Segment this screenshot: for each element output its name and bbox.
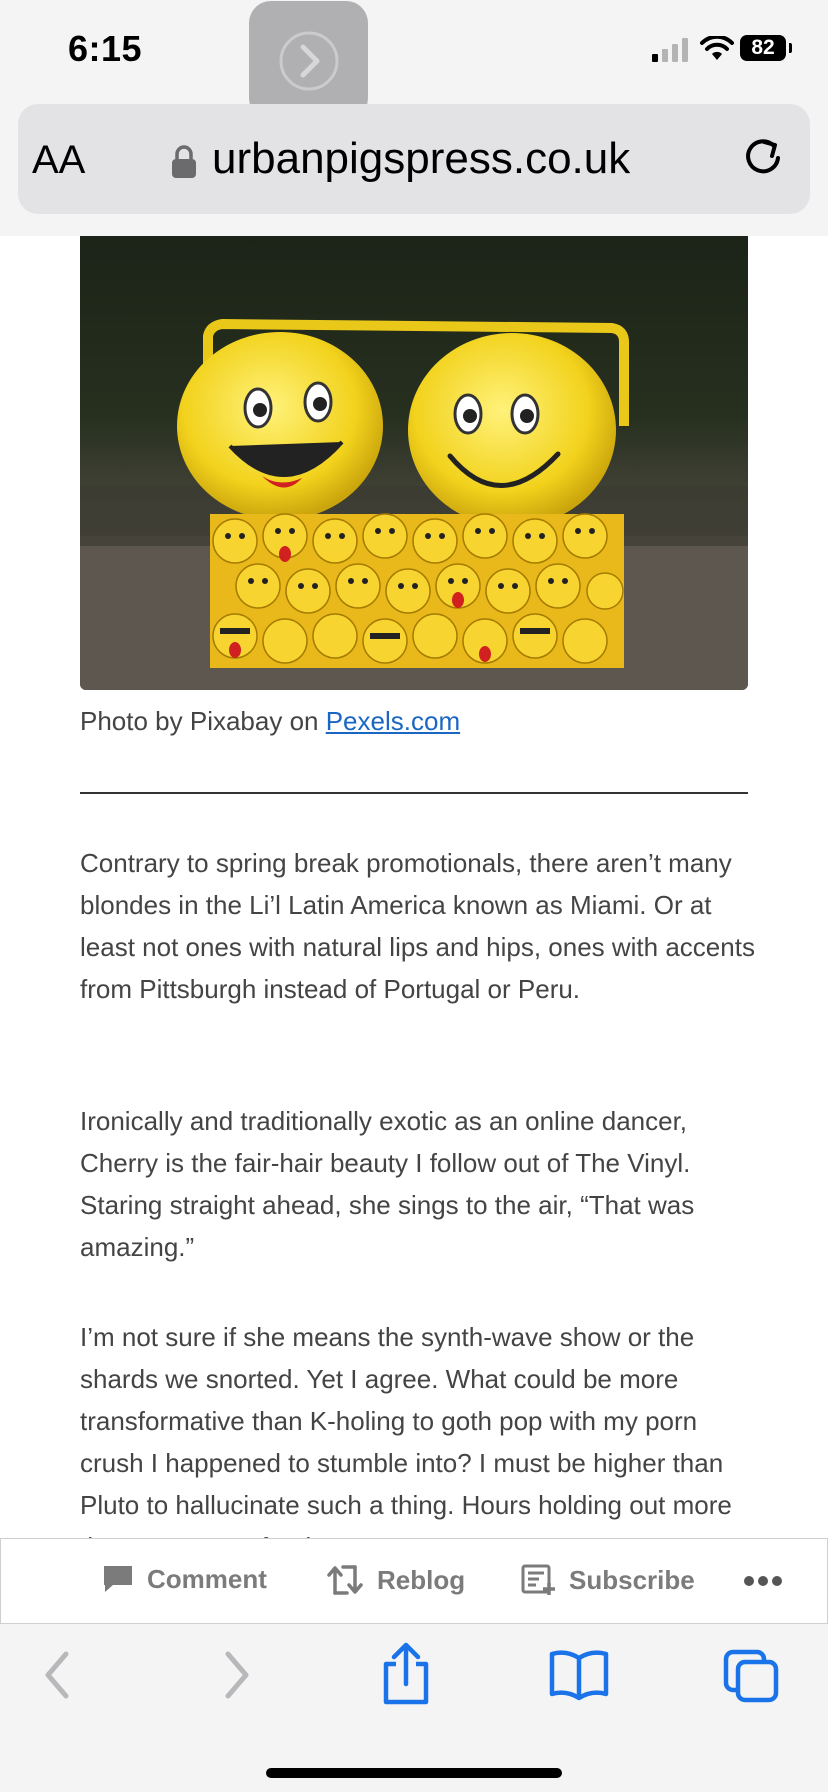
status-bar: 6:15 82 <box>0 0 828 120</box>
article-paragraph: I’m not sure if she means the synth-wave… <box>80 1322 732 1539</box>
cellular-signal-icon <box>652 38 688 62</box>
chevron-right-icon <box>279 31 339 91</box>
wifi-icon <box>700 36 734 60</box>
browser-toolbar <box>0 1624 828 1792</box>
address-bar[interactable]: AA urbanpigspress.co.uk <box>18 104 810 214</box>
article-photo <box>80 236 748 690</box>
pexels-link[interactable]: Pexels.com <box>326 706 460 736</box>
home-indicator <box>266 1768 562 1778</box>
smiley-toys-image <box>80 318 748 690</box>
back-icon[interactable] <box>38 1648 78 1702</box>
reblog-label: Reblog <box>377 1564 466 1595</box>
address-bar-area: AA urbanpigspress.co.uk <box>0 104 828 237</box>
lock-icon <box>172 145 196 178</box>
url-text[interactable]: urbanpigspress.co.uk <box>212 134 630 184</box>
more-options-icon[interactable] <box>743 1575 783 1587</box>
article-paragraph: Contrary to spring break promotionals, t… <box>80 848 755 1004</box>
article-content: Photo by Pixabay on Pexels.com Contrary … <box>0 236 828 1539</box>
reload-icon[interactable] <box>740 134 786 180</box>
bookmarks-icon[interactable] <box>548 1648 610 1702</box>
post-action-bar: Comment Reblog Subscribe <box>0 1538 828 1624</box>
reblog-button[interactable]: Reblog <box>325 1563 465 1597</box>
comment-icon <box>104 1566 132 1592</box>
section-divider <box>80 792 748 794</box>
status-time: 6:15 <box>68 28 143 69</box>
tabs-icon[interactable] <box>722 1648 782 1704</box>
photo-caption: Photo by Pixabay on Pexels.com <box>80 706 460 737</box>
caption-text: Photo by Pixabay on <box>80 706 326 736</box>
battery-indicator: 82 <box>740 35 792 61</box>
subscribe-icon <box>521 1564 555 1595</box>
reblog-icon <box>327 1565 363 1595</box>
article-paragraph: Ironically and traditionally exotic as a… <box>80 1106 695 1262</box>
comment-button[interactable]: Comment <box>101 1563 267 1595</box>
share-icon[interactable] <box>378 1642 434 1706</box>
back-to-app-button[interactable] <box>249 1 368 120</box>
subscribe-button[interactable]: Subscribe <box>521 1563 695 1597</box>
comment-label: Comment <box>147 1563 267 1594</box>
forward-icon[interactable] <box>216 1648 256 1702</box>
text-size-button[interactable]: AA <box>32 138 85 183</box>
subscribe-label: Subscribe <box>569 1564 695 1595</box>
